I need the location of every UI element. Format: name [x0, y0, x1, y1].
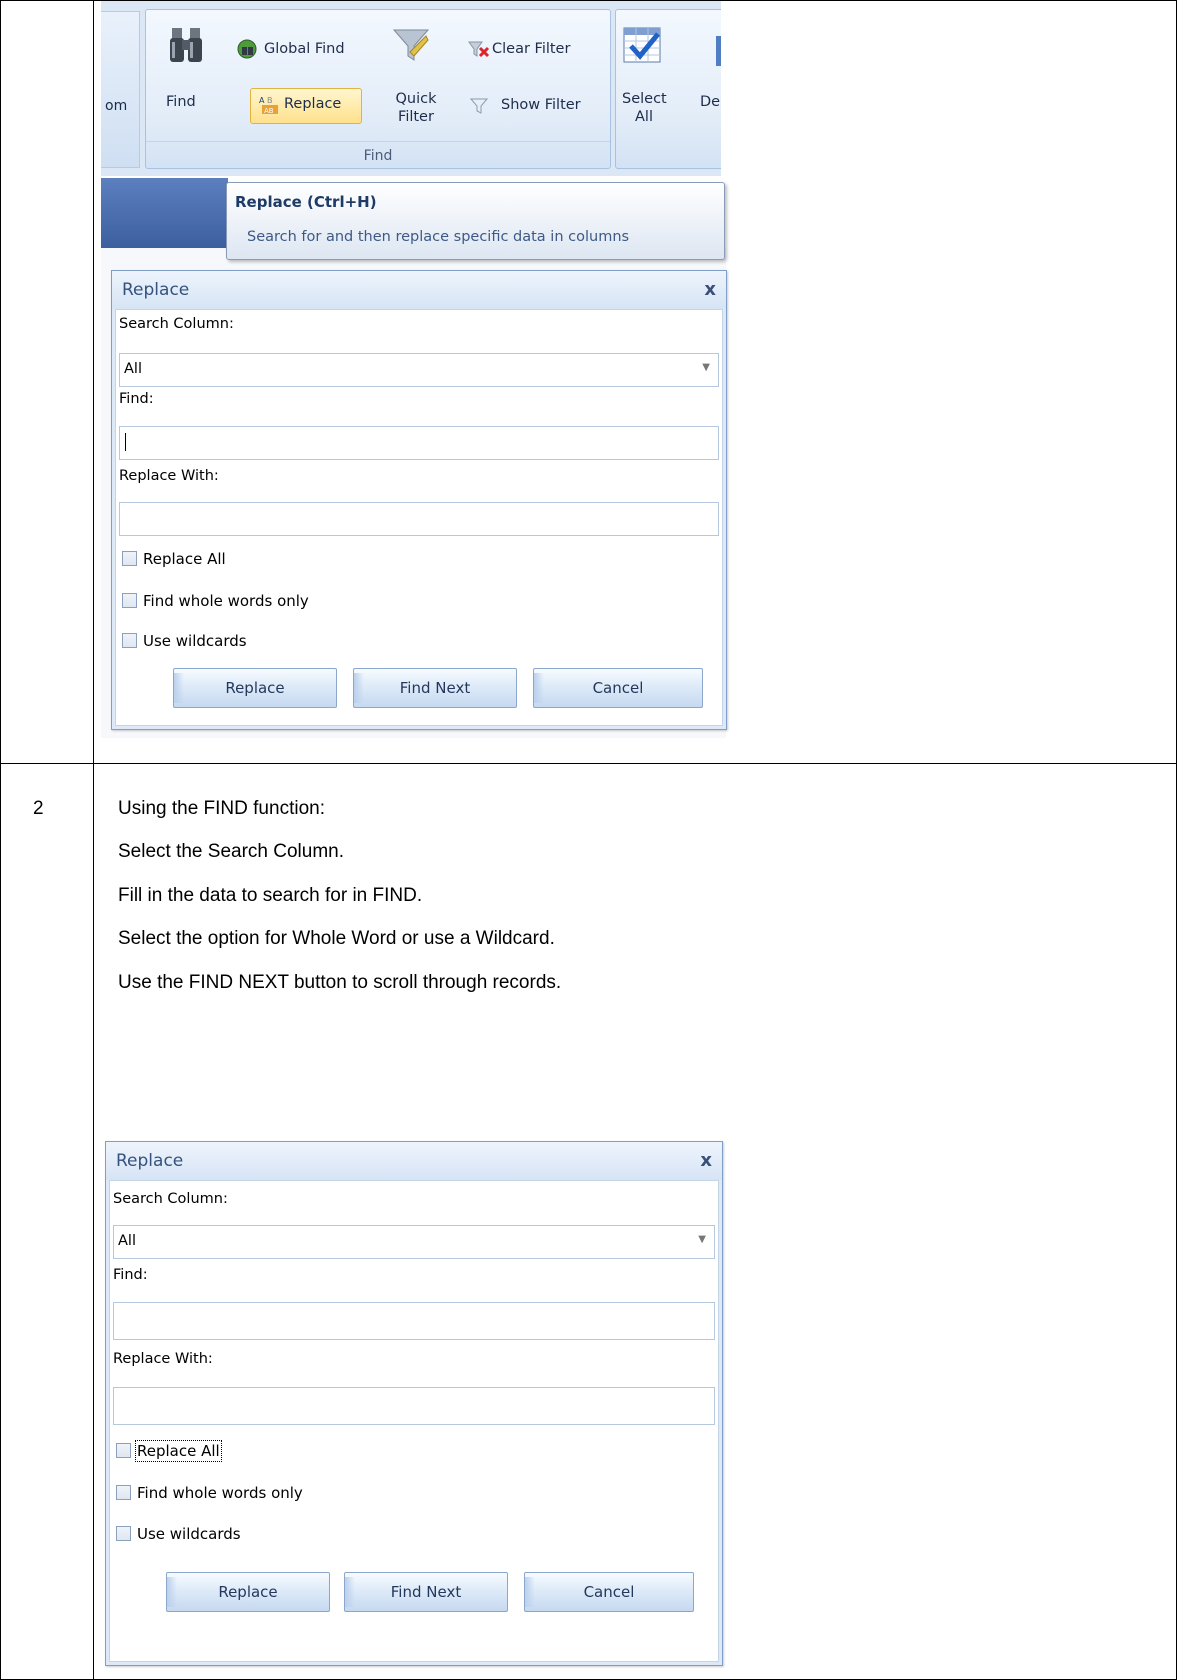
cancel-button[interactable]: Cancel: [533, 668, 703, 708]
instruction-line: Using the FIND function:: [118, 798, 325, 819]
replace-icon: A B AB: [258, 94, 280, 120]
text-cursor: [125, 433, 126, 451]
svg-text:B: B: [267, 96, 273, 105]
dialog-titlebar: Replace x: [112, 271, 726, 309]
wildcards-label: Use wildcards: [143, 632, 247, 650]
replace-with-input[interactable]: [119, 502, 719, 536]
search-column-value: All: [118, 1233, 136, 1249]
binoculars-icon: [168, 26, 204, 70]
replace-all-label: Replace All: [135, 1440, 222, 1462]
ribbon-partial-label: om: [105, 98, 128, 114]
cancel-button[interactable]: Cancel: [524, 1572, 694, 1612]
close-icon[interactable]: x: [700, 1150, 712, 1171]
show-filter-button[interactable]: Show Filter: [501, 96, 581, 114]
replace-button[interactable]: Replace: [166, 1572, 330, 1612]
svg-text:A: A: [259, 96, 265, 105]
ribbon-previous-group: om: [101, 11, 140, 168]
instruction-line: Select the option for Whole Word or use …: [118, 928, 555, 949]
chevron-down-icon[interactable]: ▼: [702, 362, 710, 373]
dialog-titlebar: Replace x: [106, 1142, 722, 1180]
clear-filter-button[interactable]: Clear Filter: [492, 40, 570, 58]
ribbon-selection-group: Select All De: [615, 9, 721, 169]
search-column-select[interactable]: All ▼: [119, 353, 719, 387]
ribbon-group-separator: [146, 141, 610, 142]
show-filter-icon: [469, 98, 489, 118]
dialog-title: Replace: [116, 1151, 184, 1171]
dialog-body: Search Column: All ▼ Find: Replace With:…: [115, 309, 723, 726]
replace-all-option[interactable]: Replace All: [122, 550, 226, 568]
quick-filter-button[interactable]: Quick Filter: [386, 90, 446, 126]
funnel-icon: [392, 26, 432, 70]
dialog-body: Search Column: All ▼ Find: Replace With:…: [109, 1180, 719, 1662]
deselect-button-partial[interactable]: De: [700, 93, 720, 111]
deselect-all-icon: [714, 36, 721, 70]
table-column-divider: [93, 0, 94, 1680]
row-number: 2: [33, 798, 44, 819]
search-column-value: All: [124, 361, 142, 377]
tooltip-title: Replace (Ctrl+H): [235, 193, 377, 211]
search-column-select[interactable]: All ▼: [113, 1225, 715, 1259]
whole-words-option[interactable]: Find whole words only: [122, 592, 309, 610]
chevron-down-icon[interactable]: ▼: [698, 1234, 706, 1245]
wildcards-label: Use wildcards: [137, 1525, 241, 1543]
select-all-icon: [622, 24, 664, 70]
ribbon: om Find Global Find A B AB Replace Quick…: [101, 1, 721, 176]
replace-with-label: Replace With:: [113, 1351, 213, 1367]
grid-header-bar: [101, 178, 228, 248]
global-find-button[interactable]: Global Find: [264, 40, 345, 58]
search-column-label: Search Column:: [119, 316, 234, 332]
replace-button[interactable]: Replace: [173, 668, 337, 708]
find-next-button[interactable]: Find Next: [344, 1572, 508, 1612]
select-all-button[interactable]: Select All: [622, 90, 667, 126]
replace-button[interactable]: Replace: [284, 95, 341, 113]
replace-with-input[interactable]: [113, 1387, 715, 1425]
wildcards-option[interactable]: Use wildcards: [116, 1525, 241, 1543]
global-find-icon: [236, 38, 258, 64]
replace-dialog: Replace x Search Column: All ▼ Find: Rep…: [111, 270, 727, 730]
whole-words-label: Find whole words only: [137, 1484, 303, 1502]
ribbon-group-label: Find: [363, 148, 393, 164]
replace-tooltip: Replace (Ctrl+H) Search for and then rep…: [226, 182, 725, 260]
replace-all-checkbox[interactable]: [122, 551, 137, 566]
find-label: Find:: [119, 391, 154, 407]
replace-dialog: Replace x Search Column: All ▼ Find: Rep…: [105, 1141, 723, 1666]
whole-words-label: Find whole words only: [143, 592, 309, 610]
replace-all-label: Replace All: [143, 550, 226, 568]
dialog-title: Replace: [122, 280, 190, 300]
svg-text:AB: AB: [264, 107, 274, 115]
wildcards-option[interactable]: Use wildcards: [122, 632, 247, 650]
close-icon[interactable]: x: [704, 279, 716, 300]
whole-words-checkbox[interactable]: [122, 593, 137, 608]
instruction-line: Fill in the data to search for in FIND.: [118, 885, 423, 906]
table-row-divider: [0, 763, 1177, 764]
replace-with-label: Replace With:: [119, 468, 219, 484]
table-border-left: [0, 0, 1, 1680]
tooltip-description: Search for and then replace specific dat…: [247, 229, 630, 245]
wildcards-checkbox[interactable]: [122, 633, 137, 648]
clear-filter-icon: [468, 40, 490, 62]
find-input[interactable]: [119, 426, 719, 460]
replace-all-option[interactable]: Replace All: [116, 1440, 222, 1462]
search-column-label: Search Column:: [113, 1191, 228, 1207]
find-label: Find:: [113, 1267, 148, 1283]
wildcards-checkbox[interactable]: [116, 1526, 131, 1541]
instruction-line: Select the Search Column.: [118, 841, 345, 862]
find-button[interactable]: Find: [166, 93, 196, 111]
find-input[interactable]: [113, 1302, 715, 1340]
instruction-line: Use the FIND NEXT button to scroll throu…: [118, 972, 562, 993]
whole-words-checkbox[interactable]: [116, 1485, 131, 1500]
whole-words-option[interactable]: Find whole words only: [116, 1484, 303, 1502]
ribbon-find-group: Find Global Find A B AB Replace Quick Fi…: [145, 9, 611, 169]
find-next-button[interactable]: Find Next: [353, 668, 517, 708]
replace-all-checkbox[interactable]: [116, 1443, 131, 1458]
